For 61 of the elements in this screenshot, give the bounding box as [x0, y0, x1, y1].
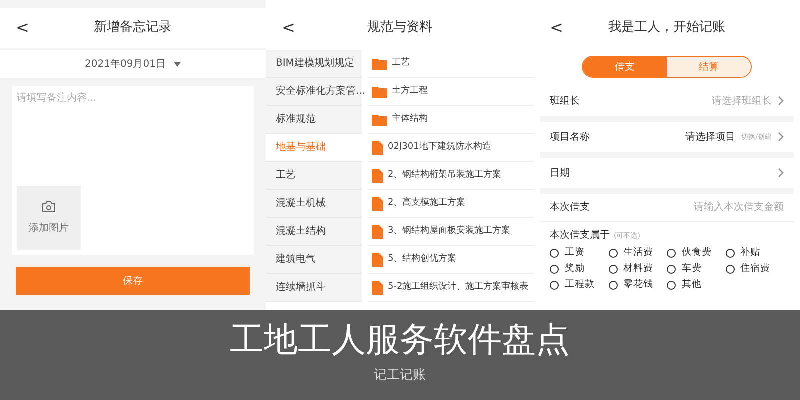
row-label: 项目名称	[550, 130, 590, 144]
camera-icon	[42, 200, 56, 212]
radio-button[interactable]	[726, 248, 734, 258]
file-name[interactable]: 5-2施工组织设计、施工方案审核表	[388, 280, 529, 294]
radio-button[interactable]	[608, 264, 618, 274]
option-label: 住宿费	[740, 262, 770, 276]
option-label: 车费	[682, 262, 702, 276]
option-label: 材料费	[624, 262, 654, 276]
radio-button[interactable]	[550, 280, 559, 290]
back-button[interactable]: <	[282, 16, 296, 40]
category-label: 本次借支属于	[550, 228, 610, 243]
option-label: 奖励	[565, 262, 585, 276]
folder-icon	[372, 114, 387, 126]
file-name[interactable]: 2、钢结构桁架吊装施工方案	[388, 168, 502, 182]
file-name[interactable]: 3、钢结构屋面板安装施工方案	[388, 224, 511, 238]
folder-icon	[372, 58, 387, 70]
row-value[interactable]: 请选择项目	[686, 130, 736, 144]
option-label: 工程款	[565, 278, 595, 292]
back-button[interactable]: <	[550, 16, 564, 40]
radio-button[interactable]	[667, 280, 676, 290]
radio-button[interactable]	[667, 248, 676, 258]
screen-title: 规范与资料	[368, 19, 432, 38]
radio-button[interactable]	[550, 264, 559, 274]
file-name[interactable]: 主体结构	[392, 112, 428, 126]
option-label: 其他	[682, 278, 702, 292]
document-icon	[372, 252, 383, 266]
radio-button[interactable]	[608, 248, 618, 258]
folder-icon	[372, 86, 387, 98]
radio-button[interactable]	[726, 264, 734, 274]
document-icon	[372, 280, 383, 294]
option-label: 工资	[565, 246, 585, 260]
screen-title: 我是工人，开始记账	[608, 19, 726, 38]
file-name[interactable]: 土方工程	[392, 84, 428, 98]
date-picker[interactable]: 2021年09月01日	[85, 56, 166, 72]
option-label: 补贴	[740, 246, 760, 260]
radio-button[interactable]	[667, 264, 676, 274]
document-icon	[372, 140, 383, 154]
add-photo-tile[interactable]: 添加图片	[17, 186, 81, 250]
document-icon	[372, 196, 383, 210]
option-label: 伙食费	[682, 246, 712, 260]
caption-subtitle: 记工记账	[374, 367, 426, 385]
row-label: 日期	[550, 166, 570, 180]
dropdown-icon	[174, 62, 181, 66]
file-name[interactable]: 2、高支模施工方案	[388, 196, 466, 210]
amount-label: 本次借支	[550, 200, 590, 215]
file-name[interactable]: 02J301地下建筑防水构造	[388, 140, 492, 154]
back-button[interactable]: <	[16, 16, 30, 40]
document-icon	[372, 168, 383, 182]
caption-title: 工地工人服务软件盘点	[230, 320, 570, 360]
document-icon	[372, 224, 383, 238]
screen-title: 新增备忘记录	[94, 19, 172, 38]
radio-button[interactable]	[550, 248, 559, 258]
add-photo-label: 添加图片	[29, 222, 69, 236]
row-label: 班组长	[550, 94, 580, 108]
option-label: 生活费	[624, 246, 654, 260]
option-label: 零花钱	[624, 278, 654, 292]
radio-button[interactable]	[608, 280, 618, 290]
amount-field[interactable]: 请输入本次借支金额	[674, 200, 784, 215]
note-field[interactable]: 请填写备注内容...	[12, 86, 254, 186]
file-name[interactable]: 工艺	[392, 56, 410, 70]
file-name[interactable]: 5、结构创优方案	[388, 252, 457, 266]
